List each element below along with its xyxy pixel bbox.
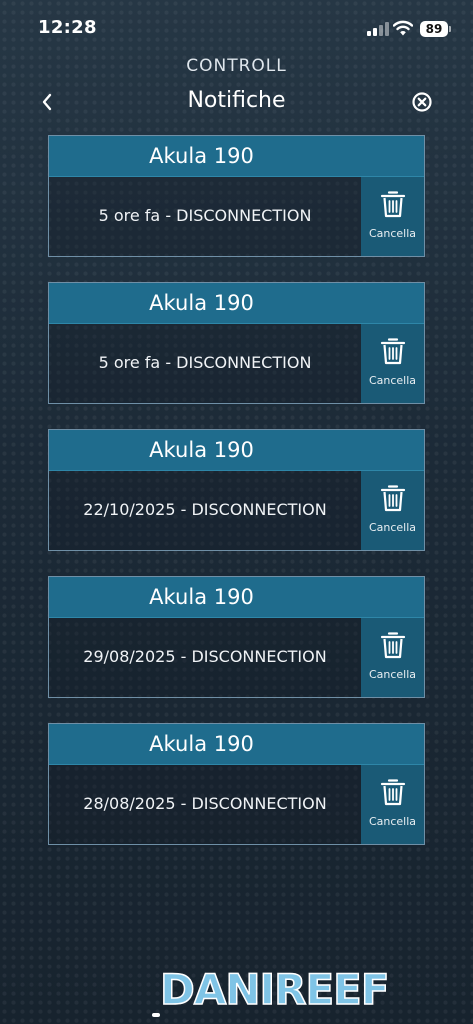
close-circle-icon [412, 92, 432, 112]
page-header: Notifiche [0, 86, 473, 120]
notification-body: 5 ore fa - DISCONNECTION Cancella [49, 324, 424, 403]
notification-card: Akula 190 5 ore fa - DISCONNECTION Cance… [48, 135, 425, 257]
notification-card: Akula 190 29/08/2025 - DISCONNECTION Can… [48, 576, 425, 698]
page-title: Notifiche [187, 88, 286, 113]
delete-button[interactable]: Cancella [361, 618, 424, 697]
device-name: Akula 190 [149, 291, 254, 315]
notification-header: Akula 190 [49, 283, 424, 324]
watermark-text: DANIREEF [159, 964, 390, 1015]
delete-button[interactable]: Cancella [361, 177, 424, 256]
delete-button[interactable]: Cancella [361, 471, 424, 550]
trash-icon [380, 779, 406, 806]
trash-icon [380, 338, 406, 365]
watermark-logo: DANIREEF [159, 962, 460, 1018]
device-name: Akula 190 [149, 438, 254, 462]
brand-logo: CONTROLL [0, 56, 473, 78]
delete-label: Cancella [368, 668, 417, 681]
notification-body: 29/08/2025 - DISCONNECTION Cancella [49, 618, 424, 697]
notification-body: 22/10/2025 - DISCONNECTION Cancella [49, 471, 424, 550]
notification-message: 5 ore fa - DISCONNECTION [98, 206, 312, 225]
cellular-signal-icon [367, 22, 389, 36]
delete-label: Cancella [368, 227, 417, 240]
notification-message: 5 ore fa - DISCONNECTION [98, 353, 312, 372]
notification-body: 28/08/2025 - DISCONNECTION Cancella [49, 765, 424, 844]
trash-icon [380, 191, 406, 218]
device-name: Akula 190 [149, 585, 254, 609]
notification-list: Akula 190 5 ore fa - DISCONNECTION Cance… [48, 135, 425, 870]
notification-message: 28/08/2025 - DISCONNECTION [83, 794, 327, 813]
trash-icon [380, 632, 406, 659]
delete-label: Cancella [368, 815, 417, 828]
delete-button[interactable]: Cancella [361, 324, 424, 403]
delete-button[interactable]: Cancella [361, 765, 424, 844]
notification-card: Akula 190 28/08/2025 - DISCONNECTION Can… [48, 723, 425, 845]
battery-indicator: 89 [420, 21, 448, 37]
notification-header: Akula 190 [49, 724, 424, 765]
notification-message: 29/08/2025 - DISCONNECTION [83, 647, 327, 666]
notification-card: Akula 190 5 ore fa - DISCONNECTION Cance… [48, 282, 425, 404]
trash-icon [380, 485, 406, 512]
notification-header: Akula 190 [49, 430, 424, 471]
notification-header: Akula 190 [49, 136, 424, 177]
notification-card: Akula 190 22/10/2025 - DISCONNECTION Can… [48, 429, 425, 551]
brand-text: CONTROLL [186, 56, 287, 76]
notification-header: Akula 190 [49, 577, 424, 618]
status-bar: 12:28 89 [0, 0, 473, 56]
close-button[interactable] [410, 90, 434, 114]
wifi-icon [392, 19, 414, 37]
delete-label: Cancella [368, 374, 417, 387]
home-indicator [152, 1013, 160, 1017]
device-name: Akula 190 [149, 144, 254, 168]
battery-tip [449, 26, 451, 32]
status-time: 12:28 [38, 17, 97, 38]
device-name: Akula 190 [149, 732, 254, 756]
notification-body: 5 ore fa - DISCONNECTION Cancella [49, 177, 424, 256]
delete-label: Cancella [368, 521, 417, 534]
notification-message: 22/10/2025 - DISCONNECTION [83, 500, 327, 519]
